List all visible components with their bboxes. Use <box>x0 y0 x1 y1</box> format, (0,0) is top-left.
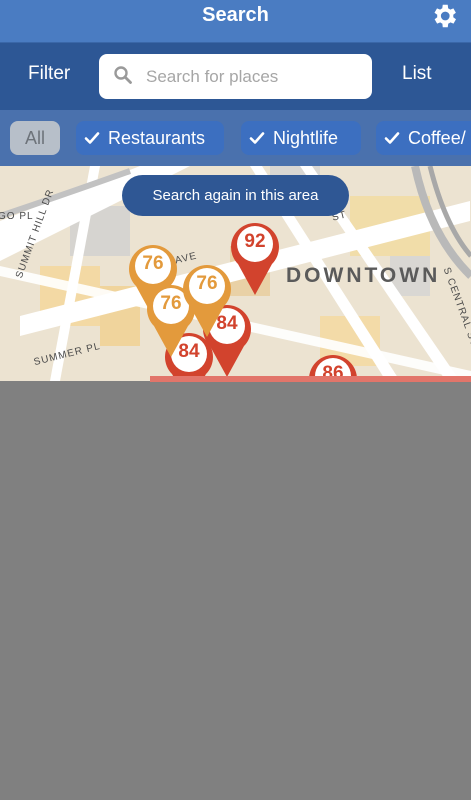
page-title: Search <box>202 4 269 26</box>
map-pin[interactable]: 92 <box>230 220 280 296</box>
category-chip-label: Coffee/ <box>408 128 466 148</box>
search-input[interactable] <box>144 62 363 92</box>
category-chip-label: Nightlife <box>273 128 339 148</box>
search-again-button[interactable]: Search again in this area <box>122 175 349 216</box>
checkmark-icon <box>384 132 400 144</box>
street-label: GO PL <box>0 211 34 222</box>
category-chip-nightlife[interactable]: Nightlife <box>241 121 361 155</box>
pin-score: 92 <box>244 231 266 252</box>
category-chip-coffee[interactable]: Coffee/ <box>376 121 471 155</box>
category-chip-restaurants[interactable]: Restaurants <box>76 121 224 155</box>
list-button[interactable]: List <box>402 63 432 85</box>
search-toolbar: Filter List <box>0 43 471 110</box>
checkmark-icon <box>84 132 100 144</box>
search-box[interactable] <box>99 54 372 99</box>
pin-score: 76 <box>196 273 218 294</box>
category-chip-all[interactable]: All <box>10 121 60 155</box>
map-pin[interactable]: 76 <box>182 262 232 338</box>
filter-button[interactable]: Filter <box>28 63 70 85</box>
checkmark-icon <box>249 132 265 144</box>
search-icon <box>114 66 132 84</box>
gear-icon[interactable] <box>429 1 459 31</box>
app-header: Search <box>0 0 471 43</box>
category-filter-bar: All Restaurants Nightlife Coffee/ <box>0 110 471 166</box>
blank-content-area <box>0 382 471 800</box>
district-label: DOWNTOWN <box>286 264 441 287</box>
category-chip-label: Restaurants <box>108 128 206 148</box>
pin-score: 76 <box>142 253 164 274</box>
